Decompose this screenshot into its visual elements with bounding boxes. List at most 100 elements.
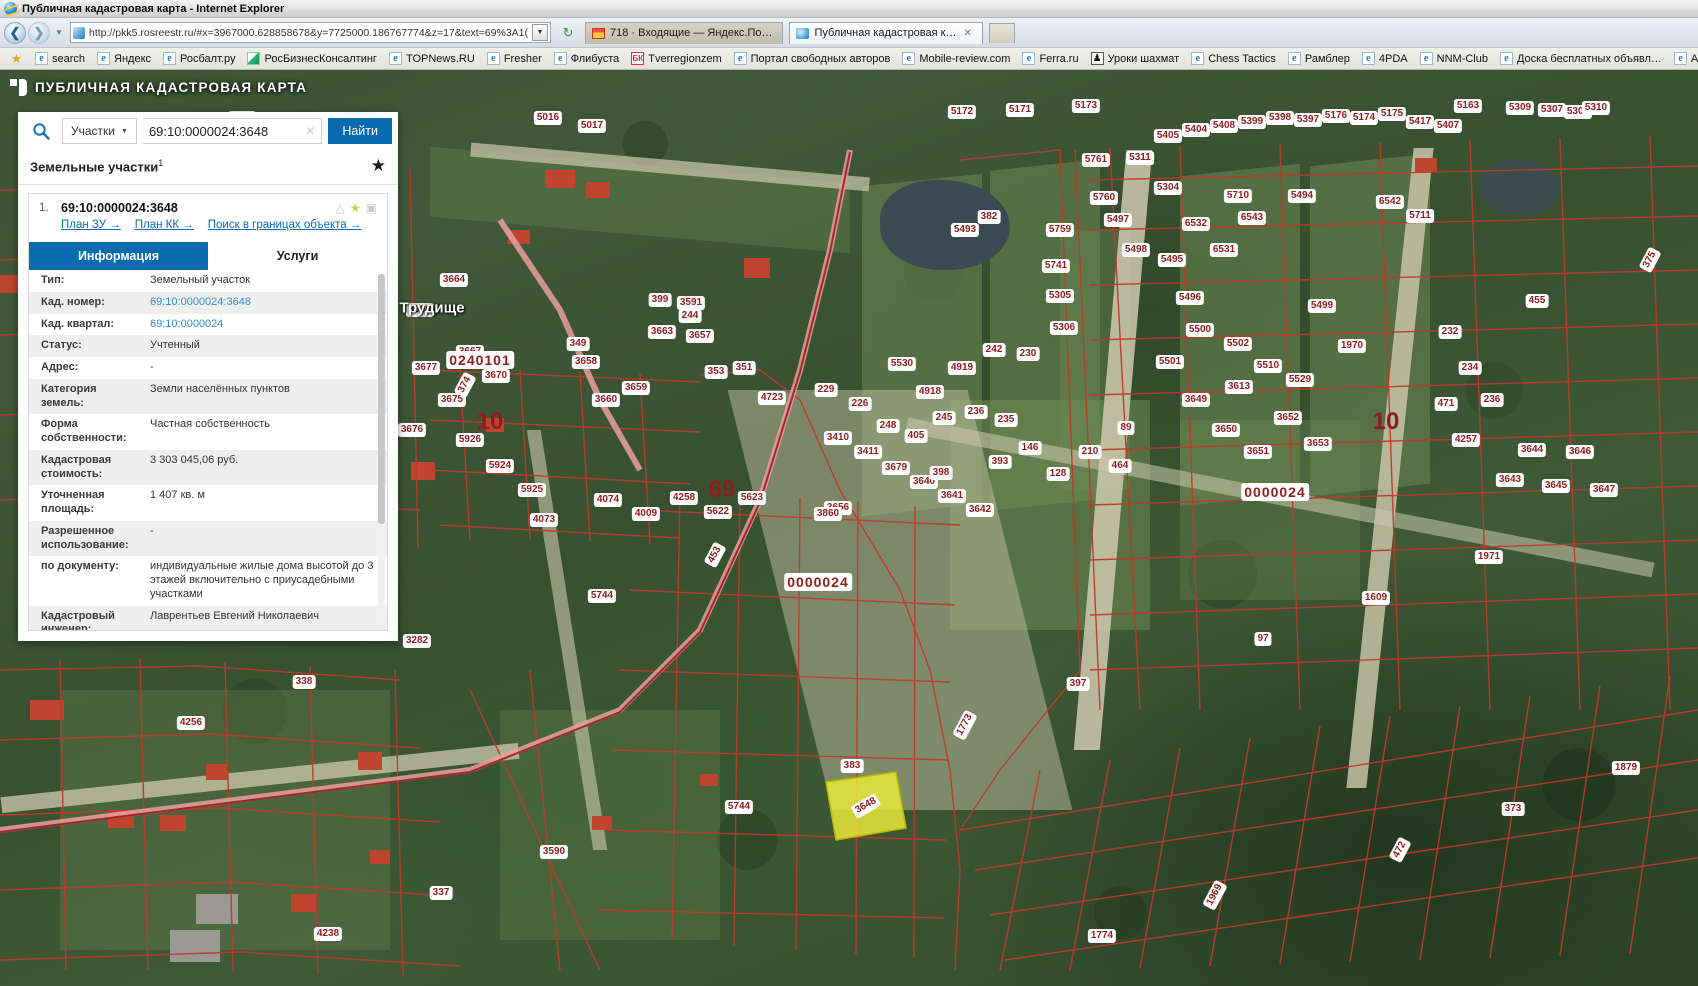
search-category-select[interactable]: Участки ▼ bbox=[62, 118, 137, 144]
map-parcel-label: 3643 bbox=[1495, 473, 1525, 487]
bookmark-label: Росбалт.ру bbox=[180, 52, 236, 65]
map-parcel-label: 3282 bbox=[402, 634, 432, 648]
ie-icon bbox=[97, 52, 111, 65]
search-within-object-link[interactable]: Поиск в границах объекта → bbox=[208, 219, 362, 231]
tab-information[interactable]: Информация bbox=[29, 242, 208, 270]
panel-scrollbar[interactable] bbox=[378, 274, 385, 626]
address-bar[interactable]: http://pkk5.rosreestr.ru/#x=3967000.6288… bbox=[70, 22, 552, 43]
map-canvas[interactable]: ПУБЛИЧНАЯ КАДАСТРОВАЯ КАРТА 501650175025… bbox=[0, 70, 1698, 986]
map-parcel-label: 3663 bbox=[647, 325, 677, 339]
info-row-value: индивидуальные жилые дома высотой до 3 э… bbox=[150, 560, 374, 600]
print-icon[interactable]: ▣ bbox=[366, 201, 377, 215]
bookmark-item[interactable]: Доска бесплатных объявл… bbox=[1494, 49, 1668, 69]
map-parcel-label: 5744 bbox=[724, 800, 754, 814]
bookmark-item[interactable]: БК Tverregionzem bbox=[625, 49, 727, 69]
bk-icon: БК bbox=[631, 52, 645, 65]
info-row: Уточненная площадь: 1 407 кв. м bbox=[29, 485, 387, 521]
map-parcel-label: 5622 bbox=[703, 505, 733, 519]
map-parcel-label: 3410 bbox=[823, 431, 853, 445]
map-parcel-label: 5408 bbox=[1209, 119, 1239, 133]
info-row: Адрес: - bbox=[29, 357, 387, 379]
bookmark-label: search bbox=[52, 52, 86, 65]
bookmark-item[interactable]: Яндекс bbox=[91, 49, 157, 69]
map-parcel-label: 373 bbox=[1501, 802, 1525, 816]
info-row-key: Разрешенное использование: bbox=[41, 524, 129, 551]
bookmark-item[interactable]: Chess Tactics bbox=[1185, 49, 1282, 69]
map-parcel-label: 235 bbox=[994, 413, 1018, 427]
bookmark-item[interactable]: Флибуста bbox=[548, 49, 626, 69]
scrollbar-thumb[interactable] bbox=[378, 274, 385, 524]
forward-arrow-icon[interactable]: ❯ bbox=[28, 21, 50, 44]
ie-icon bbox=[1673, 52, 1687, 65]
map-parcel-label: 242 bbox=[982, 343, 1006, 357]
search-icon[interactable] bbox=[26, 117, 56, 145]
bookmark-item[interactable]: Fresher bbox=[481, 49, 548, 69]
map-parcel-label: 5500 bbox=[1185, 323, 1215, 337]
ie-icon bbox=[733, 52, 747, 65]
browser-tab-mail[interactable]: 718 · Входящие — Яндекс.По… bbox=[585, 21, 784, 44]
info-row-key: Тип: bbox=[41, 274, 65, 286]
bookmark-item[interactable]: ♟ Уроки шахмат bbox=[1085, 49, 1186, 69]
bookmark-label: Fresher bbox=[503, 52, 542, 65]
bookmark-item[interactable]: Рамблер bbox=[1282, 49, 1356, 69]
ie-icon bbox=[163, 52, 177, 65]
info-row-link[interactable]: 69:10:0000024:3648 bbox=[150, 296, 251, 308]
ie-icon bbox=[902, 52, 916, 65]
url-text: http://pkk5.rosreestr.ru/#x=3967000.6288… bbox=[89, 26, 529, 39]
search-input[interactable]: 69:10:0000024:3648 ✕ bbox=[142, 118, 323, 144]
bookmark-item[interactable]: Портал свободных авторов bbox=[728, 49, 897, 69]
map-parcel-label: 5407 bbox=[1433, 119, 1463, 133]
warning-triangle-icon[interactable]: △ bbox=[336, 201, 345, 215]
plan-kk-link[interactable]: План КК → bbox=[135, 219, 194, 231]
map-parcel-label: 5397 bbox=[1293, 113, 1323, 127]
bookmark-item[interactable]: NNM-Club bbox=[1414, 49, 1494, 69]
ie-icon bbox=[1287, 52, 1301, 65]
info-row-value: - bbox=[150, 361, 154, 373]
info-row-key: Кадастровый инженер: bbox=[41, 609, 115, 631]
map-parcel-label: 0240101 bbox=[446, 351, 514, 369]
find-button[interactable]: Найти bbox=[328, 118, 392, 144]
close-icon[interactable]: ✕ bbox=[963, 28, 971, 39]
map-parcel-label: 3647 bbox=[1589, 483, 1619, 497]
tab-services[interactable]: Услуги bbox=[208, 242, 387, 270]
back-arrow-icon[interactable]: ❮ bbox=[4, 21, 26, 44]
map-parcel-label: 5744 bbox=[587, 589, 617, 603]
info-row-value[interactable]: 69:10:0000024:3648 bbox=[144, 292, 387, 314]
rbc-icon bbox=[247, 52, 261, 65]
map-parcel-label: 5761 bbox=[1081, 153, 1111, 167]
bookmark-item[interactable]: TOPNews.RU bbox=[383, 49, 481, 69]
map-parcel-label: 393 bbox=[988, 455, 1012, 469]
bookmark-item[interactable]: search bbox=[29, 49, 91, 69]
map-parcel-label: 3591 bbox=[676, 296, 706, 310]
map-parcel-label: 128 bbox=[1046, 467, 1070, 481]
star-filled-icon[interactable]: ★ bbox=[371, 156, 386, 176]
clear-icon[interactable]: ✕ bbox=[305, 124, 315, 138]
map-parcel-label: 399 bbox=[648, 293, 672, 307]
info-row-link[interactable]: 69:10:0000024 bbox=[150, 318, 223, 330]
map-parcel-label: 3860 bbox=[813, 507, 843, 521]
star-icon[interactable]: ★ bbox=[350, 201, 361, 215]
info-row-value[interactable]: 69:10:0000024 bbox=[144, 314, 387, 336]
map-parcel-label: 236 bbox=[964, 405, 988, 419]
bookmark-item[interactable]: ★ bbox=[4, 49, 29, 69]
plan-zu-link[interactable]: План ЗУ → bbox=[61, 219, 121, 231]
map-parcel-label: 3649 bbox=[1181, 393, 1211, 407]
map-parcel-label: 3653 bbox=[1303, 437, 1333, 451]
address-dropdown-icon[interactable]: ▼ bbox=[532, 24, 549, 41]
browser-tab-pkk[interactable]: Публичная кадастровая к… ✕ bbox=[789, 21, 983, 44]
map-parcel-label: 5405 bbox=[1153, 129, 1183, 143]
bookmark-item[interactable]: ABRISBUR bbox=[1668, 49, 1698, 69]
bookmark-item[interactable]: Росбалт.ру bbox=[157, 49, 241, 69]
pkk-icon bbox=[796, 27, 810, 39]
map-parcel-label: 5163 bbox=[1453, 99, 1483, 113]
bookmark-item[interactable]: Ferra.ru bbox=[1016, 49, 1084, 69]
result-card: 1. 69:10:0000024:3648 △ ★ ▣ План ЗУ → Пл… bbox=[28, 193, 388, 631]
ie-icon bbox=[1499, 52, 1513, 65]
bookmark-item[interactable]: Mobile-review.com bbox=[896, 49, 1016, 69]
refresh-icon[interactable]: ↻ bbox=[557, 22, 579, 43]
history-chevron-down-icon[interactable]: ▼ bbox=[52, 23, 66, 43]
bookmark-item[interactable]: РосБизнесКонсалтинг bbox=[241, 49, 382, 69]
bookmark-item[interactable]: 4PDA bbox=[1356, 49, 1414, 69]
new-tab-button[interactable] bbox=[988, 22, 1015, 43]
map-parcel-label: 5924 bbox=[485, 459, 515, 473]
